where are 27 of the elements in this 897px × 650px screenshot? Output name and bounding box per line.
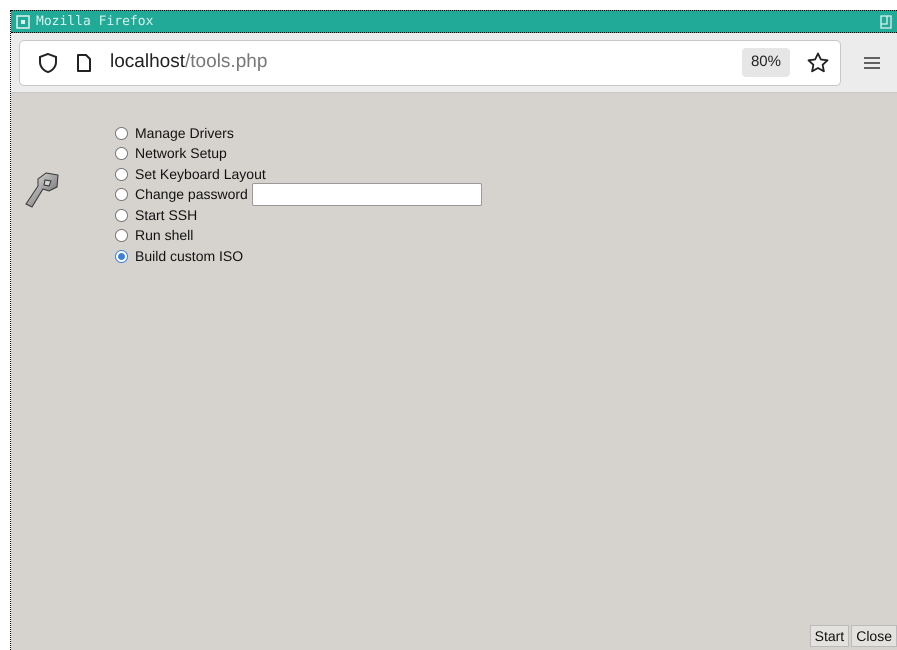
radio-button[interactable]: [115, 188, 128, 202]
window-title: Mozilla Firefox: [36, 12, 154, 31]
maximize-icon[interactable]: [880, 14, 892, 28]
bookmark-star-icon[interactable]: [806, 50, 830, 74]
window-menu-icon[interactable]: [16, 14, 30, 28]
radio-button[interactable]: [115, 168, 128, 181]
radio-button[interactable]: [115, 208, 128, 222]
password-field[interactable]: [252, 183, 482, 206]
option-label[interactable]: Change password: [135, 184, 248, 206]
option-label[interactable]: Set Keyboard Layout: [135, 164, 266, 185]
shield-icon[interactable]: [38, 52, 58, 74]
radio-button[interactable]: [115, 229, 128, 242]
option-label[interactable]: Start SSH: [135, 204, 198, 226]
menu-icon[interactable]: [863, 56, 881, 70]
option-label[interactable]: Manage Drivers: [135, 122, 234, 144]
radio-button[interactable]: [115, 250, 128, 263]
zoom-badge[interactable]: 80%: [742, 48, 790, 77]
option-label[interactable]: Network Setup: [135, 143, 227, 164]
radio-button[interactable]: [115, 126, 128, 140]
dialog-button[interactable]: Close: [851, 625, 897, 647]
address-bar[interactable]: localhost/tools.php 80%: [19, 40, 841, 86]
dialog-button[interactable]: Start: [810, 625, 850, 647]
url-text[interactable]: localhost/tools.php: [110, 48, 268, 77]
page-icon: [76, 52, 92, 72]
option-label[interactable]: Run shell: [135, 225, 194, 246]
radio-button[interactable]: [115, 147, 128, 160]
option-label[interactable]: Build custom ISO: [135, 246, 244, 267]
